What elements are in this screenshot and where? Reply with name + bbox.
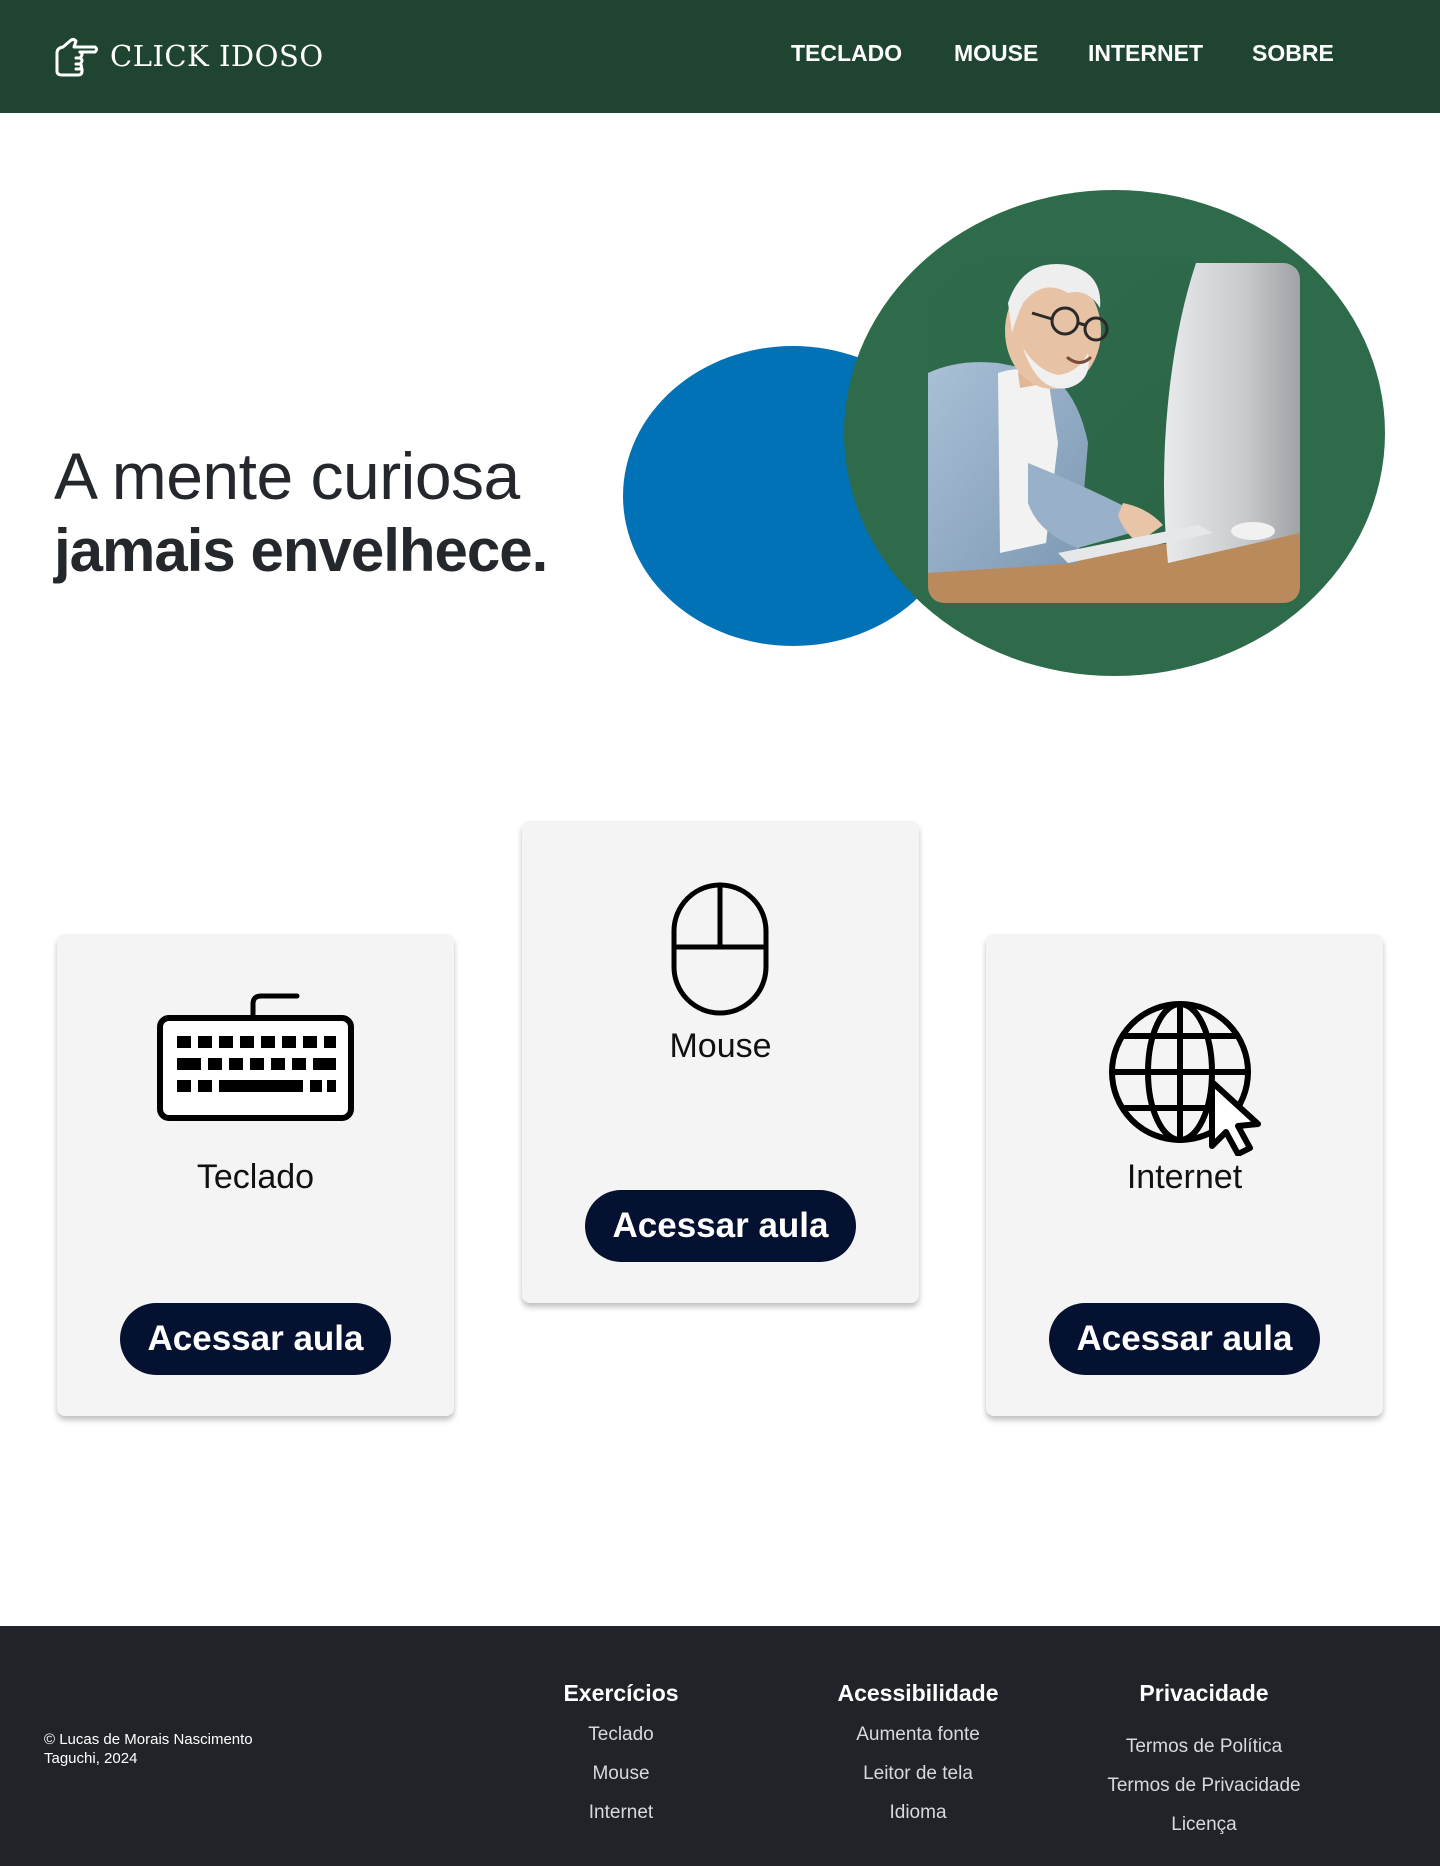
hero-title-line2: jamais envelhece. [54, 517, 548, 584]
site-footer: © Lucas de Morais Nascimento Taguchi, 20… [0, 1626, 1440, 1866]
lesson-card-title: Internet [1126, 1158, 1243, 1196]
mouse-icon [670, 881, 770, 1022]
footer-column-exercises: Exercícios Teclado Mouse Internet [501, 1680, 741, 1832]
lesson-card-mouse: Mouse Acessar aula [522, 821, 919, 1303]
copyright-line: Taguchi, 2024 [44, 1750, 138, 1767]
hero-title-line1: A mente curiosa [54, 439, 520, 513]
copyright-line: © Lucas de Morais Nascimento [44, 1731, 253, 1748]
lesson-card-internet: Internet Acessar aula [986, 934, 1383, 1416]
lesson-card-title: Teclado [196, 1158, 315, 1196]
nav-teclado[interactable]: TECLADO [791, 40, 902, 67]
footer-link-mouse[interactable]: Mouse [501, 1754, 741, 1793]
hero-photo-elderly-man-at-computer [928, 263, 1300, 603]
footer-link-teclado[interactable]: Teclado [501, 1715, 741, 1754]
lesson-card-title: Mouse [669, 1027, 772, 1065]
nav-sobre[interactable]: SOBRE [1252, 40, 1334, 67]
footer-column-title: Privacidade [1139, 1680, 1269, 1706]
footer-column-privacy: Privacidade Termos de Política Termos de… [1084, 1680, 1324, 1844]
site-header: CLICK IDOSO TECLADO MOUSE INTERNET SOBRE [0, 0, 1440, 113]
nav-mouse[interactable]: MOUSE [954, 40, 1038, 67]
footer-column-title: Exercícios [563, 1680, 679, 1706]
footer-link-privacy-terms[interactable]: Termos de Privacidade [1084, 1766, 1324, 1805]
lesson-card-keyboard: Teclado Acessar aula [57, 934, 454, 1416]
footer-link-internet[interactable]: Internet [501, 1793, 741, 1832]
access-lesson-mouse-button[interactable]: Acessar aula [585, 1190, 856, 1262]
footer-link-license[interactable]: Licença [1084, 1805, 1324, 1844]
footer-column-accessibility: Acessibilidade Aumenta fonte Leitor de t… [798, 1680, 1038, 1832]
nav-internet[interactable]: INTERNET [1088, 40, 1203, 67]
access-lesson-keyboard-button[interactable]: Acessar aula [120, 1303, 391, 1375]
footer-link-language[interactable]: Idioma [798, 1793, 1038, 1832]
copyright: © Lucas de Morais Nascimento Taguchi, 20… [44, 1730, 284, 1768]
access-lesson-internet-button[interactable]: Acessar aula [1049, 1303, 1320, 1375]
footer-link-policy-terms[interactable]: Termos de Política [1084, 1727, 1324, 1766]
main-nav: TECLADO MOUSE INTERNET SOBRE [0, 40, 1440, 74]
keyboard-icon [157, 992, 354, 1127]
footer-link-increase-font[interactable]: Aumenta fonte [798, 1715, 1038, 1754]
footer-column-title: Acessibilidade [837, 1680, 999, 1706]
globe-cursor-icon [1108, 1000, 1268, 1161]
footer-link-screen-reader[interactable]: Leitor de tela [798, 1754, 1038, 1793]
